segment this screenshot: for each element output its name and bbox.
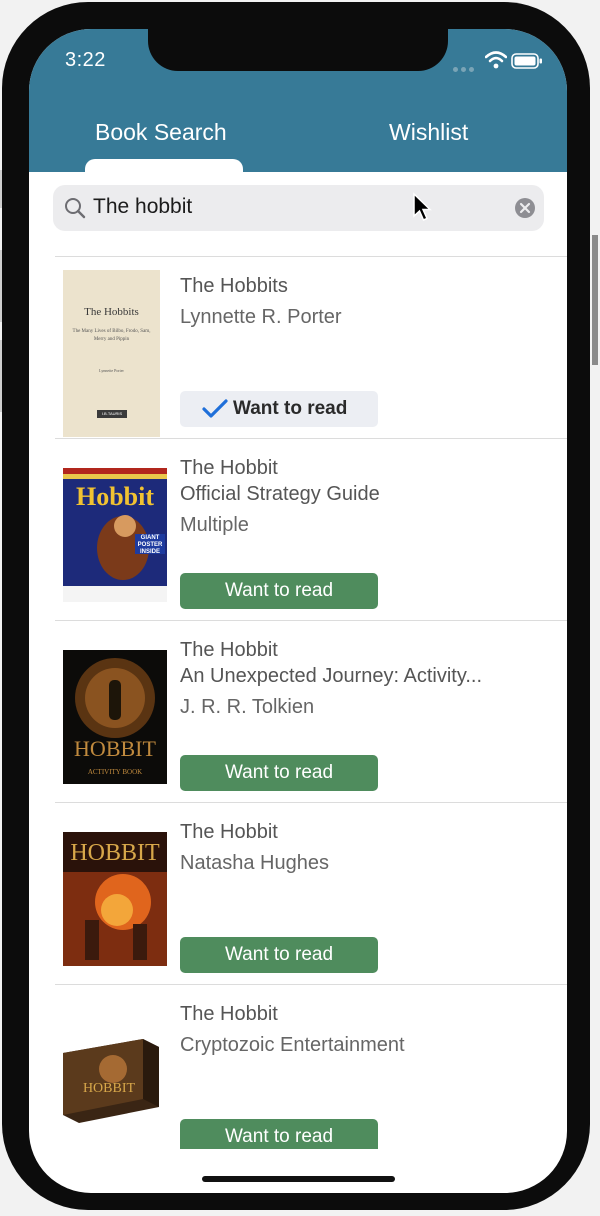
cover-author: Lynnette Porter <box>99 368 124 373</box>
book-subtitle: An Unexpected Journey: Activity... <box>180 665 483 687</box>
book-cover: HOBBIT <box>63 832 167 966</box>
cover-badge: GIANT POSTER INSIDE <box>137 535 163 555</box>
cover-title: HOBBIT <box>74 736 156 761</box>
want-to-read-button[interactable]: Want to read <box>180 755 378 791</box>
cover-title: HOBBIT <box>82 1081 136 1096</box>
cover-subtitle: ACTIVITY BOOK <box>87 768 143 776</box>
app-header: 3:22 Book Search Wishlist <box>29 29 567 175</box>
book-author: Multiple <box>180 514 249 536</box>
wifi-icon <box>485 51 507 69</box>
cover-publisher: I.B.TAURIS <box>101 411 123 416</box>
list-item[interactable]: HOBBIT The Hobbit Cryptozoic Entertainme… <box>55 985 567 1155</box>
want-to-read-button[interactable]: Want to read <box>180 937 378 973</box>
power-button <box>592 235 598 365</box>
search-icon <box>65 198 86 219</box>
device-notch <box>148 29 448 71</box>
book-cover-art <box>63 650 167 784</box>
battery-icon <box>511 53 542 69</box>
want-to-read-button[interactable]: Want to read <box>180 391 378 427</box>
book-cover-art <box>63 1039 159 1123</box>
book-author: J. R. R. Tolkien <box>180 696 315 718</box>
cover-title: Hobbit <box>75 482 155 511</box>
clear-search-icon[interactable] <box>514 197 536 219</box>
home-indicator[interactable] <box>202 1176 395 1182</box>
status-time: 3:22 <box>65 49 106 71</box>
book-author: Lynnette R. Porter <box>180 306 342 328</box>
cover-title: HOBBIT <box>70 840 160 866</box>
cover-subtitle: The Many Lives of Bilbo, Frodo, Sam, Mer… <box>72 329 151 342</box>
book-title: The Hobbit <box>180 457 278 479</box>
list-item[interactable]: The Hobbits The Many Lives of Bilbo, Fro… <box>55 257 567 438</box>
search-input[interactable]: The hobbit <box>93 195 192 219</box>
book-author: Cryptozoic Entertainment <box>180 1034 405 1056</box>
tab-selected-indicator <box>85 159 243 175</box>
list-item[interactable]: HOBBIT The Hobbit Natasha Hughes Want to… <box>55 803 567 984</box>
book-title: The Hobbits <box>180 275 288 297</box>
results-list: The Hobbits The Many Lives of Bilbo, Fro… <box>55 256 567 1155</box>
phone-frame: 3:22 Book Search Wishlist The hobbit The… <box>2 2 590 1210</box>
book-cover: Hobbit GIANT POSTER INSIDE <box>63 468 167 602</box>
book-subtitle: Official Strategy Guide <box>180 483 380 505</box>
book-title: The Hobbit <box>180 1003 278 1025</box>
book-cover: The Hobbits The Many Lives of Bilbo, Fro… <box>63 270 160 437</box>
list-item[interactable]: Hobbit GIANT POSTER INSIDE The Hobbit Of… <box>55 439 567 620</box>
tab-wishlist[interactable]: Wishlist <box>389 119 468 146</box>
want-to-read-button[interactable]: Want to read <box>180 1119 378 1149</box>
want-to-read-button[interactable]: Want to read <box>180 573 378 609</box>
book-author: Natasha Hughes <box>180 852 329 874</box>
checkmark-icon <box>202 399 228 418</box>
book-cover: HOBBIT <box>63 1035 159 1125</box>
tab-book-search[interactable]: Book Search <box>95 119 227 146</box>
mouse-cursor-icon <box>413 192 432 221</box>
want-to-read-label: Want to read <box>233 398 348 419</box>
book-title: The Hobbit <box>180 821 278 843</box>
cellular-signal-icon <box>453 59 477 77</box>
app-screen: 3:22 Book Search Wishlist The hobbit The… <box>29 29 567 1193</box>
book-title: The Hobbit <box>180 639 278 661</box>
list-item[interactable]: HOBBIT ACTIVITY BOOK The Hobbit An Unexp… <box>55 621 567 802</box>
status-icons <box>453 51 553 72</box>
book-cover: HOBBIT ACTIVITY BOOK <box>63 650 167 784</box>
search-bar[interactable]: The hobbit <box>53 185 544 231</box>
cover-title: The Hobbits <box>84 306 139 318</box>
